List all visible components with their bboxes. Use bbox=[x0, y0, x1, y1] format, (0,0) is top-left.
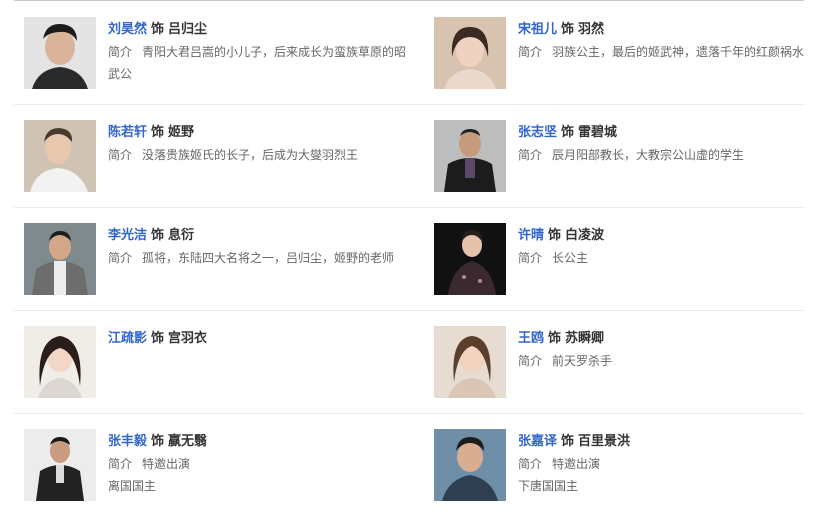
desc-label: 简介 bbox=[108, 148, 133, 162]
desc-label: 简介 bbox=[518, 251, 543, 265]
actor-photo[interactable] bbox=[24, 17, 96, 89]
desc-label: 简介 bbox=[518, 354, 543, 368]
as-word: 饰 bbox=[548, 331, 562, 346]
role-description: 特邀出演 bbox=[552, 457, 601, 471]
cast-card: 李光洁饰息衍 简介 孤将，东陆四大名将之一，吕归尘，姬野的老师 bbox=[24, 223, 414, 303]
as-word: 饰 bbox=[561, 22, 575, 37]
as-word: 饰 bbox=[561, 434, 575, 449]
cast-card: 江疏影饰宫羽衣 bbox=[24, 326, 414, 406]
role-description: 孤将，东陆四大名将之一，吕归尘，姬野的老师 bbox=[142, 251, 395, 265]
actor-name-link[interactable]: 王鸥 bbox=[518, 331, 544, 346]
role-extra-note: 下唐国国主 bbox=[518, 479, 579, 493]
as-word: 饰 bbox=[151, 331, 165, 346]
cast-card: 张丰毅饰嬴无翳 简介 特邀出演 离国国主 bbox=[24, 429, 414, 509]
role-name: 姬野 bbox=[168, 125, 195, 140]
actor-photo[interactable] bbox=[434, 17, 506, 89]
as-word: 饰 bbox=[548, 228, 562, 243]
as-word: 饰 bbox=[561, 125, 575, 140]
role-name: 宫羽衣 bbox=[168, 331, 208, 346]
desc-label: 简介 bbox=[108, 457, 133, 471]
row-separator bbox=[14, 310, 804, 311]
role-description: 青阳大君吕嵩的小儿子，后来成长为蛮族草原的昭武公 bbox=[108, 45, 407, 81]
actor-photo[interactable] bbox=[24, 326, 96, 398]
cast-card: 许晴饰白凌波 简介 长公主 bbox=[434, 223, 818, 303]
actor-name-link[interactable]: 张丰毅 bbox=[108, 434, 147, 449]
actor-photo[interactable] bbox=[24, 429, 96, 501]
role-name: 息衍 bbox=[168, 228, 195, 243]
actor-name-link[interactable]: 李光洁 bbox=[108, 228, 147, 243]
as-word: 饰 bbox=[151, 228, 165, 243]
role-description: 辰月阳部教长，大教宗公山虚的学生 bbox=[552, 148, 745, 162]
as-word: 饰 bbox=[151, 22, 165, 37]
actor-photo[interactable] bbox=[434, 429, 506, 501]
role-name: 嬴无翳 bbox=[168, 434, 208, 449]
actor-photo[interactable] bbox=[434, 326, 506, 398]
row-separator bbox=[14, 207, 804, 208]
role-description: 前天罗杀手 bbox=[552, 354, 613, 368]
role-description: 特邀出演 bbox=[142, 457, 191, 471]
role-name: 苏瞬卿 bbox=[565, 331, 605, 346]
role-name: 羽然 bbox=[578, 22, 605, 37]
actor-name-link[interactable]: 刘昊然 bbox=[108, 22, 147, 37]
actor-name-link[interactable]: 张志坚 bbox=[518, 125, 557, 140]
top-border bbox=[14, 0, 804, 1]
as-word: 饰 bbox=[151, 434, 165, 449]
role-description: 羽族公主，最后的姬武神，遗落千年的红颜祸水 bbox=[552, 45, 805, 59]
cast-card: 王鸥饰苏瞬卿 简介 前天罗杀手 bbox=[434, 326, 818, 406]
role-extra-note: 离国国主 bbox=[108, 479, 157, 493]
cast-card: 陈若轩饰姬野 简介 没落贵族姬氏的长子，后成为大燮羽烈王 bbox=[24, 120, 414, 200]
cast-card: 宋祖儿饰羽然 简介 羽族公主，最后的姬武神，遗落千年的红颜祸水 bbox=[434, 17, 818, 97]
cast-card: 张嘉译饰百里景洪 简介 特邀出演 下唐国国主 bbox=[434, 429, 818, 509]
role-name: 雷碧城 bbox=[578, 125, 618, 140]
actor-photo[interactable] bbox=[24, 120, 96, 192]
desc-label: 简介 bbox=[518, 148, 543, 162]
desc-label: 简介 bbox=[108, 45, 133, 59]
actor-name-link[interactable]: 宋祖儿 bbox=[518, 22, 557, 37]
desc-label: 简介 bbox=[518, 457, 543, 471]
role-description: 没落贵族姬氏的长子，后成为大燮羽烈王 bbox=[142, 148, 359, 162]
actor-name-link[interactable]: 张嘉译 bbox=[518, 434, 557, 449]
actor-photo[interactable] bbox=[434, 120, 506, 192]
actor-name-link[interactable]: 江疏影 bbox=[108, 331, 147, 346]
actor-photo[interactable] bbox=[24, 223, 96, 295]
role-name: 百里景洪 bbox=[578, 434, 631, 449]
role-name: 吕归尘 bbox=[168, 22, 208, 37]
cast-card: 刘昊然饰吕归尘 简介 青阳大君吕嵩的小儿子，后来成长为蛮族草原的昭武公 bbox=[24, 17, 414, 97]
row-separator bbox=[14, 104, 804, 105]
actor-name-link[interactable]: 陈若轩 bbox=[108, 125, 147, 140]
role-name: 白凌波 bbox=[565, 228, 605, 243]
actor-name-link[interactable]: 许晴 bbox=[518, 228, 544, 243]
actor-photo[interactable] bbox=[434, 223, 506, 295]
desc-label: 简介 bbox=[108, 251, 133, 265]
desc-label: 简介 bbox=[518, 45, 543, 59]
cast-card: 张志坚饰雷碧城 简介 辰月阳部教长，大教宗公山虚的学生 bbox=[434, 120, 818, 200]
row-separator bbox=[14, 413, 804, 414]
as-word: 饰 bbox=[151, 125, 165, 140]
role-description: 长公主 bbox=[552, 251, 589, 265]
